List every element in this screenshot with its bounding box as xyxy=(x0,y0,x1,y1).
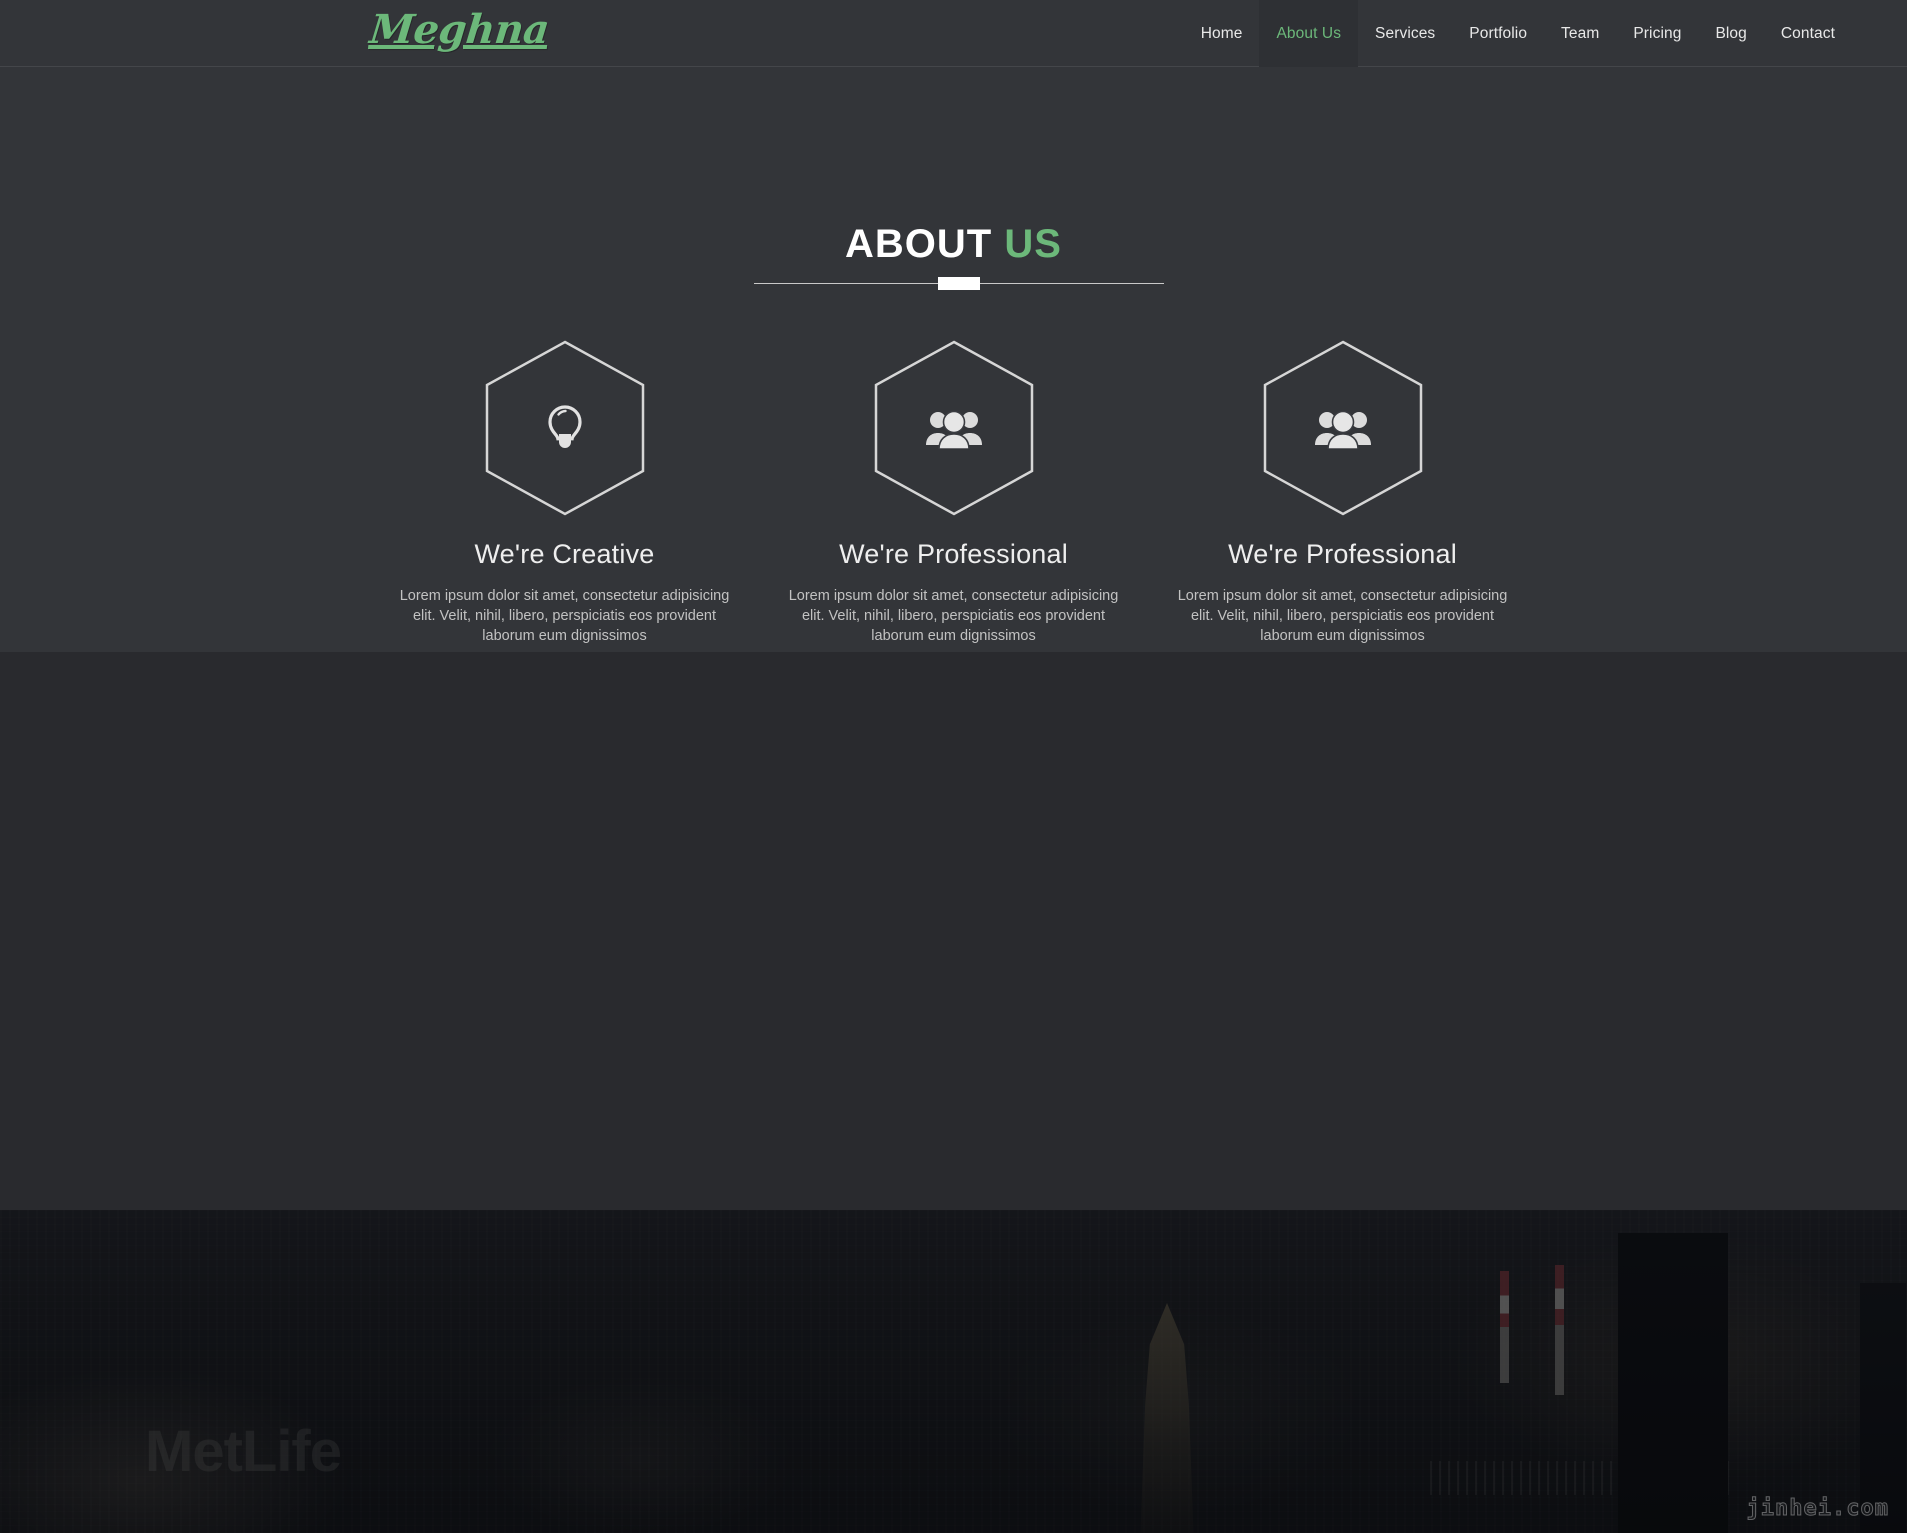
about-card-title: We're Creative xyxy=(474,539,655,569)
nav-item-blog[interactable]: Blog xyxy=(1698,0,1763,67)
nav-item-contact[interactable]: Contact xyxy=(1764,0,1852,67)
divider-knob xyxy=(938,277,980,290)
main-navigation: Home About Us Services Portfolio Team Pr… xyxy=(1184,0,1852,67)
lightbulb-icon xyxy=(483,404,647,452)
page-title-accent: US xyxy=(1004,222,1062,266)
nav-item-portfolio[interactable]: Portfolio xyxy=(1452,0,1544,67)
stats-dark-overlay xyxy=(0,1210,1907,1533)
about-card-title: We're Professional xyxy=(839,539,1068,569)
about-card-text: Lorem ipsum dolor sit amet, consectetur … xyxy=(1177,588,1508,644)
site-header: Meghna Home About Us Services Portfolio … xyxy=(0,0,1907,67)
about-card: We're Professional Lorem ipsum dolor sit… xyxy=(1148,339,1537,646)
about-card-text: Lorem ipsum dolor sit amet, consectetur … xyxy=(788,588,1119,644)
watermark: jinhei.com xyxy=(1746,1496,1889,1522)
group-icon xyxy=(872,407,1036,449)
nav-item-team[interactable]: Team xyxy=(1544,0,1616,67)
nav-item-pricing[interactable]: Pricing xyxy=(1616,0,1698,67)
main-features-section: VIMO Main Features of Meghna Lorem ipsum… xyxy=(0,652,1907,1533)
title-divider xyxy=(754,277,1164,291)
hexagon-frame xyxy=(1261,339,1425,517)
hexagon-frame xyxy=(483,339,647,517)
about-cards-row: We're Creative Lorem ipsum dolor sit ame… xyxy=(370,339,1537,646)
about-card-text: Lorem ipsum dolor sit amet, consectetur … xyxy=(399,588,730,644)
site-logo[interactable]: Meghna xyxy=(368,6,552,53)
page-title-main: ABOUT xyxy=(845,222,993,266)
about-card: We're Professional Lorem ipsum dolor sit… xyxy=(759,339,1148,646)
hexagon-frame xyxy=(872,339,1036,517)
about-card: We're Creative Lorem ipsum dolor sit ame… xyxy=(370,339,759,646)
about-card-title: We're Professional xyxy=(1228,539,1457,569)
about-section: ABOUT US We're Creative Lorem ipsum dolo… xyxy=(0,67,1907,652)
group-icon xyxy=(1261,407,1425,449)
page-title: ABOUT US xyxy=(0,222,1907,267)
stats-section: MetLife 320 Happy Clients 565 xyxy=(0,1210,1907,1533)
nav-item-services[interactable]: Services xyxy=(1358,0,1452,67)
nav-item-home[interactable]: Home xyxy=(1184,0,1260,67)
nav-item-about-us[interactable]: About Us xyxy=(1259,0,1359,67)
